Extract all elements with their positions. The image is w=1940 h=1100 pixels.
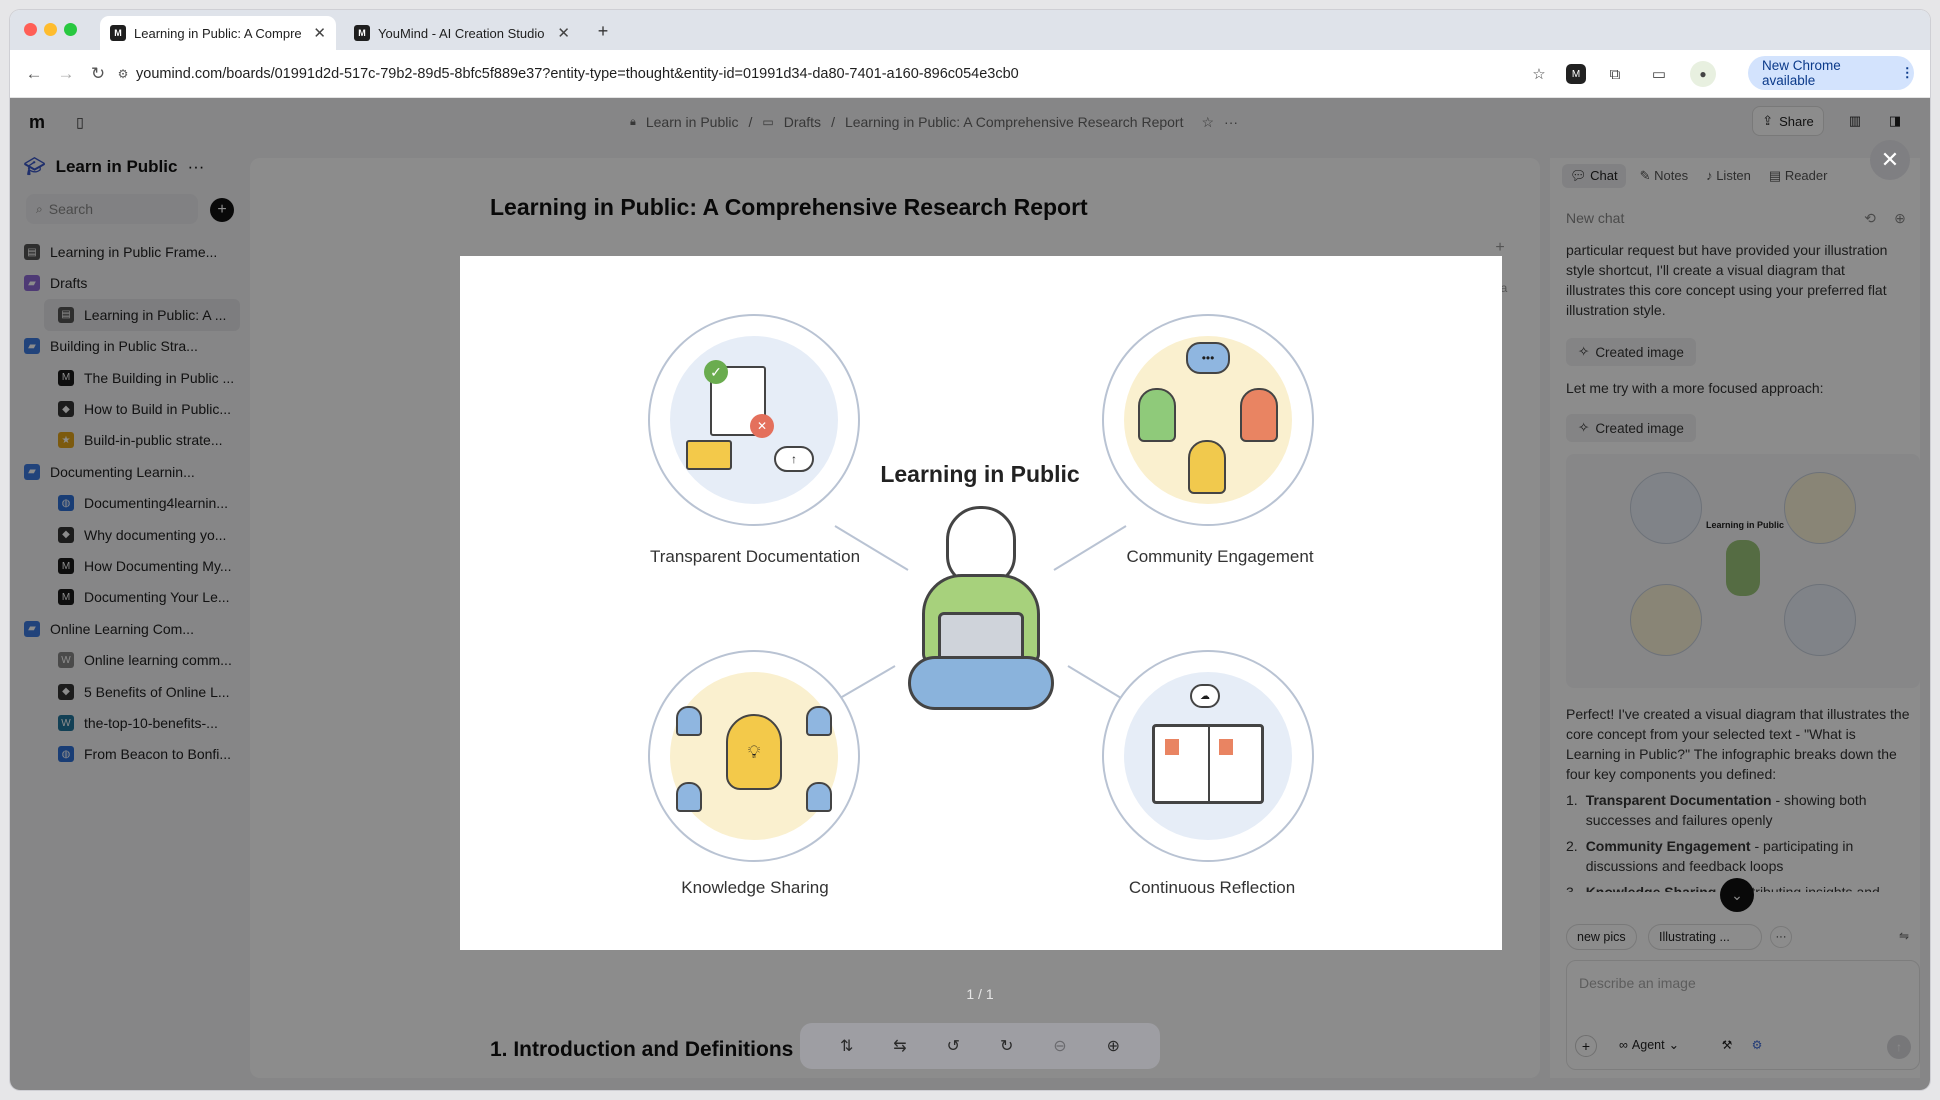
zoom-in-icon[interactable]: ⊕ (1099, 1032, 1127, 1060)
url-field[interactable]: youmind.com/boards/01991d2d-517c-79b2-89… (136, 57, 1536, 91)
back-icon[interactable]: ← (22, 62, 46, 86)
community-circle: ••• (1102, 314, 1314, 526)
close-window-button[interactable] (24, 23, 37, 36)
close-lightbox-button[interactable]: ✕ (1870, 140, 1910, 180)
maximize-window-button[interactable] (64, 23, 77, 36)
person-icon (1138, 388, 1176, 442)
circle-fill: ••• (1124, 336, 1292, 504)
browser-tab-active[interactable]: M Learning in Public: A Compre ✕ (100, 16, 336, 50)
folder-icon (686, 440, 732, 470)
open-book-icon (1152, 724, 1264, 804)
extensions-icon[interactable]: ⧉ (1602, 61, 1628, 87)
close-tab-icon[interactable]: ✕ (313, 24, 326, 42)
reflection-circle: ☁︎ (1102, 650, 1314, 862)
youmind-extension-icon[interactable]: M (1566, 64, 1586, 84)
caption-continuous-reflection: Continuous Reflection (1128, 878, 1296, 897)
lightbox-image: ✓ ✕ ↑ Transparent Documentation ••• Comm… (460, 256, 1502, 950)
thought-bubble-icon: ☁︎ (1190, 684, 1220, 708)
person-icon (806, 706, 832, 736)
error-icon: ✕ (750, 414, 774, 438)
book-illustration (1165, 739, 1179, 755)
checkmark-icon: ✓ (704, 360, 728, 384)
circle-fill: 💡︎ (670, 672, 838, 840)
more-menu-icon: ⋮ (1900, 65, 1915, 80)
circle-fill: ☁︎ (1124, 672, 1292, 840)
speech-bubble-icon: ••• (1186, 342, 1230, 374)
address-bar: ← → ↻ ⚙ youmind.com/boards/01991d2d-517c… (10, 50, 1930, 98)
zoom-out-icon[interactable]: ⊖ (1046, 1032, 1074, 1060)
tab-title: YouMind - AI Creation Studio (378, 25, 545, 41)
site-settings-icon[interactable]: ⚙ (114, 65, 132, 83)
rotate-right-icon[interactable]: ↻ (993, 1032, 1021, 1060)
update-label: New Chrome available (1762, 58, 1841, 88)
profile-avatar-icon[interactable]: ● (1690, 61, 1716, 87)
minimize-window-button[interactable] (44, 23, 57, 36)
reload-icon[interactable]: ↻ (86, 62, 110, 86)
new-tab-icon[interactable]: + (592, 20, 614, 42)
person-icon (676, 706, 702, 736)
flip-vertical-icon[interactable]: ⇅ (833, 1032, 861, 1060)
forward-icon[interactable]: → (54, 62, 78, 86)
person-icon (806, 782, 832, 812)
caption-knowledge-sharing: Knowledge Sharing (681, 878, 829, 897)
browser-window: M Learning in Public: A Compre ✕ M YouMi… (10, 10, 1930, 1090)
person-icon (1188, 440, 1226, 494)
person-legs-icon (908, 656, 1054, 710)
knowledge-circle: 💡︎ (648, 650, 860, 862)
browser-tab[interactable]: M YouMind - AI Creation Studio ✕ (344, 16, 580, 50)
caption-community-engagement: Community Engagement (1126, 547, 1314, 566)
cloud-upload-icon: ↑ (774, 446, 814, 472)
image-toolbar: ⇅ ⇆ ↺ ↻ ⊖ ⊕ (800, 1023, 1160, 1069)
cast-icon[interactable]: ▭ (1646, 61, 1672, 87)
flip-horizontal-icon[interactable]: ⇆ (886, 1032, 914, 1060)
bookmark-star-icon[interactable]: ☆ (1526, 61, 1552, 87)
person-icon (1240, 388, 1278, 442)
documentation-circle: ✓ ✕ ↑ (648, 314, 860, 526)
book-illustration (1219, 739, 1233, 755)
close-tab-icon[interactable]: ✕ (557, 24, 570, 42)
youmind-favicon-icon: M (110, 25, 126, 41)
tab-strip: M Learning in Public: A Compre ✕ M YouMi… (10, 10, 1930, 50)
chrome-update-button[interactable]: New Chrome available ⋮ (1748, 56, 1914, 90)
rotate-left-icon[interactable]: ↺ (939, 1032, 967, 1060)
caption-transparent-documentation: Transparent Documentation (649, 547, 861, 566)
lightbulb-icon: 💡︎ (726, 714, 782, 790)
page-indicator: 1 / 1 (966, 986, 994, 1002)
center-title: Learning in Public (880, 461, 1080, 487)
book-spine (1208, 727, 1210, 801)
person-icon (676, 782, 702, 812)
tab-title: Learning in Public: A Compre (134, 25, 302, 41)
circle-fill: ✓ ✕ ↑ (670, 336, 838, 504)
youmind-favicon-icon: M (354, 25, 370, 41)
